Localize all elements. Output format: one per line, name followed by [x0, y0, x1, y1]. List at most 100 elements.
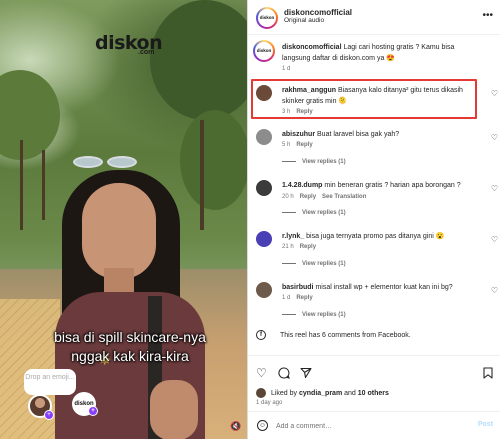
caption-avatar-label: diskon [255, 42, 273, 60]
add-comment-input[interactable] [276, 419, 456, 433]
view-replies-link[interactable]: View replies (1) [282, 210, 346, 216]
heart-icon[interactable]: ♡ [491, 286, 498, 295]
comment-body: misal install wp + elementor kuat kan in… [315, 284, 453, 291]
author-username[interactable]: diskoncomofficial [284, 8, 352, 17]
liker-avatar[interactable] [256, 388, 266, 398]
share-icon[interactable] [300, 367, 312, 381]
reply-link[interactable]: Reply [300, 194, 316, 200]
comment-item: rakhma_anggun Biasanya kalo ditanya² git… [256, 85, 498, 117]
comment-avatar[interactable] [256, 85, 272, 101]
bookmark-icon[interactable] [483, 367, 493, 381]
comment-text: abiszuhur Buat laravel bisa gak yah? [282, 129, 482, 140]
facebook-note-text: This reel has 6 comments from Facebook. [280, 331, 411, 339]
comment-body: Buat laravel bisa gak yah? [317, 131, 400, 138]
comment-time: 21 h [282, 244, 294, 250]
caption-time: 1 d [282, 66, 291, 72]
caption-line: nggak kak kira-kira [71, 348, 189, 364]
creator-avatar[interactable]: diskon + [72, 392, 98, 416]
audio-label[interactable]: Original audio [284, 17, 352, 24]
post-header: diskon diskoncomofficial Original audio … [248, 0, 500, 35]
viewer-avatar[interactable]: + [28, 394, 54, 420]
mute-icon[interactable]: 🔇 [230, 421, 241, 432]
reply-link[interactable]: Reply [296, 109, 312, 115]
comment-username[interactable]: r.lynk_ [282, 233, 304, 240]
facebook-icon: f [256, 330, 266, 340]
tree-canopy [0, 70, 60, 160]
sunglasses [73, 156, 139, 172]
comment-item: r.lynk_ bisa juga ternyata promo pas dit… [256, 231, 498, 273]
view-replies-label: View replies (1) [302, 312, 346, 318]
comment-meta: 20 h Reply See Translation [282, 194, 366, 200]
comment-body: bisa juga ternyata promo pas ditanya gin… [306, 233, 445, 240]
tree-trunk [42, 150, 45, 220]
emoji-reaction-prompt[interactable]: Drop an emoji... [24, 369, 76, 395]
caption-avatar[interactable]: diskon [253, 40, 275, 62]
comment-username[interactable]: abiszuhur [282, 131, 315, 138]
comment-username[interactable]: 1.4.28.dump [282, 182, 322, 189]
author-avatar-label: diskon [258, 9, 276, 27]
tree-canopy [180, 110, 247, 210]
comment-time: 1 d [282, 295, 291, 301]
post-caption: diskon diskoncomofficial Lagi cari hosti… [253, 40, 492, 74]
view-replies-link[interactable]: View replies (1) [282, 261, 346, 267]
heart-icon[interactable]: ♡ [491, 235, 498, 244]
comment-avatar[interactable] [256, 180, 272, 196]
follow-badge-icon: + [88, 406, 98, 416]
video-logo-sub: .com [138, 49, 155, 56]
heart-icon[interactable]: ♡ [491, 184, 498, 193]
reel-side-panel: diskon diskoncomofficial Original audio … [247, 0, 500, 439]
tree-trunk [20, 140, 23, 230]
reply-link[interactable]: Reply [296, 295, 312, 301]
likes-others-link[interactable]: 10 others [358, 390, 389, 397]
post-button[interactable]: Post [478, 421, 493, 428]
comment-time: 20 h [282, 194, 294, 200]
liked-by-summary: Liked by cyndia_pram and 10 others [256, 388, 389, 398]
post-date: 1 day ago [256, 400, 283, 406]
caption-line: bisa di spill skincare-nya [54, 329, 206, 345]
liker-username[interactable]: cyndia_pram [299, 390, 342, 397]
action-bar: ♡ Liked by cyndia_pram and 10 others 1 d… [248, 355, 500, 409]
person-face [82, 183, 156, 279]
heart-icon[interactable]: ♡ [491, 89, 498, 98]
comment-avatar[interactable] [256, 231, 272, 247]
comment-text: r.lynk_ bisa juga ternyata promo pas dit… [282, 231, 482, 242]
comment-username[interactable]: basirbudi [282, 284, 314, 291]
comment-avatar[interactable] [256, 129, 272, 145]
view-replies-label: View replies (1) [302, 261, 346, 267]
facebook-comments-note: f This reel has 6 comments from Facebook. [256, 330, 411, 340]
comment-time: 5 h [282, 142, 291, 148]
comment-meta: 21 h Reply [282, 244, 316, 250]
reel-video[interactable]: ✸ diskon .com bisa di spill skincare-nya… [0, 0, 247, 439]
comment-item: abiszuhur Buat laravel bisa gak yah? 5 h… [256, 129, 498, 171]
liked-by-prefix: Liked by [270, 389, 298, 397]
add-badge-icon: + [44, 410, 54, 420]
reply-link[interactable]: Reply [300, 244, 316, 250]
comment-item: 1.4.28.dump min beneran gratis ? harian … [256, 180, 498, 222]
comment-meta: 5 h Reply [282, 142, 313, 148]
caption-text: diskoncomofficial Lagi cari hosting grat… [282, 42, 482, 64]
add-comment-bar: ☺ Post [248, 411, 500, 439]
view-replies-label: View replies (1) [302, 210, 346, 216]
liked-by-and: and [344, 389, 356, 397]
comment-icon[interactable] [278, 367, 290, 381]
see-translation-link[interactable]: See Translation [322, 194, 366, 200]
comment-username[interactable]: rakhma_anggun [282, 87, 336, 94]
view-replies-link[interactable]: View replies (1) [282, 159, 346, 165]
tree-trunk [200, 120, 204, 230]
reply-link[interactable]: Reply [296, 142, 312, 148]
comment-time: 3 h [282, 109, 291, 115]
tree-canopy [150, 0, 247, 120]
heart-icon[interactable]: ♡ [491, 133, 498, 142]
comment-avatar[interactable] [256, 282, 272, 298]
view-replies-link[interactable]: View replies (1) [282, 312, 346, 318]
comment-text: rakhma_anggun Biasanya kalo ditanya² git… [282, 85, 482, 107]
caption-username[interactable]: diskoncomofficial [282, 44, 342, 51]
video-caption: bisa di spill skincare-nya nggak kak kir… [30, 328, 230, 366]
comment-meta: 1 d Reply [282, 295, 313, 301]
heart-icon[interactable]: ♡ [256, 367, 267, 379]
comment-body: min beneran gratis ? harian apa borongan… [324, 182, 461, 189]
more-icon[interactable]: ••• [482, 10, 493, 21]
comment-meta: 3 h Reply [282, 109, 313, 115]
emoji-icon[interactable]: ☺ [257, 420, 268, 431]
author-avatar[interactable]: diskon [256, 7, 278, 29]
